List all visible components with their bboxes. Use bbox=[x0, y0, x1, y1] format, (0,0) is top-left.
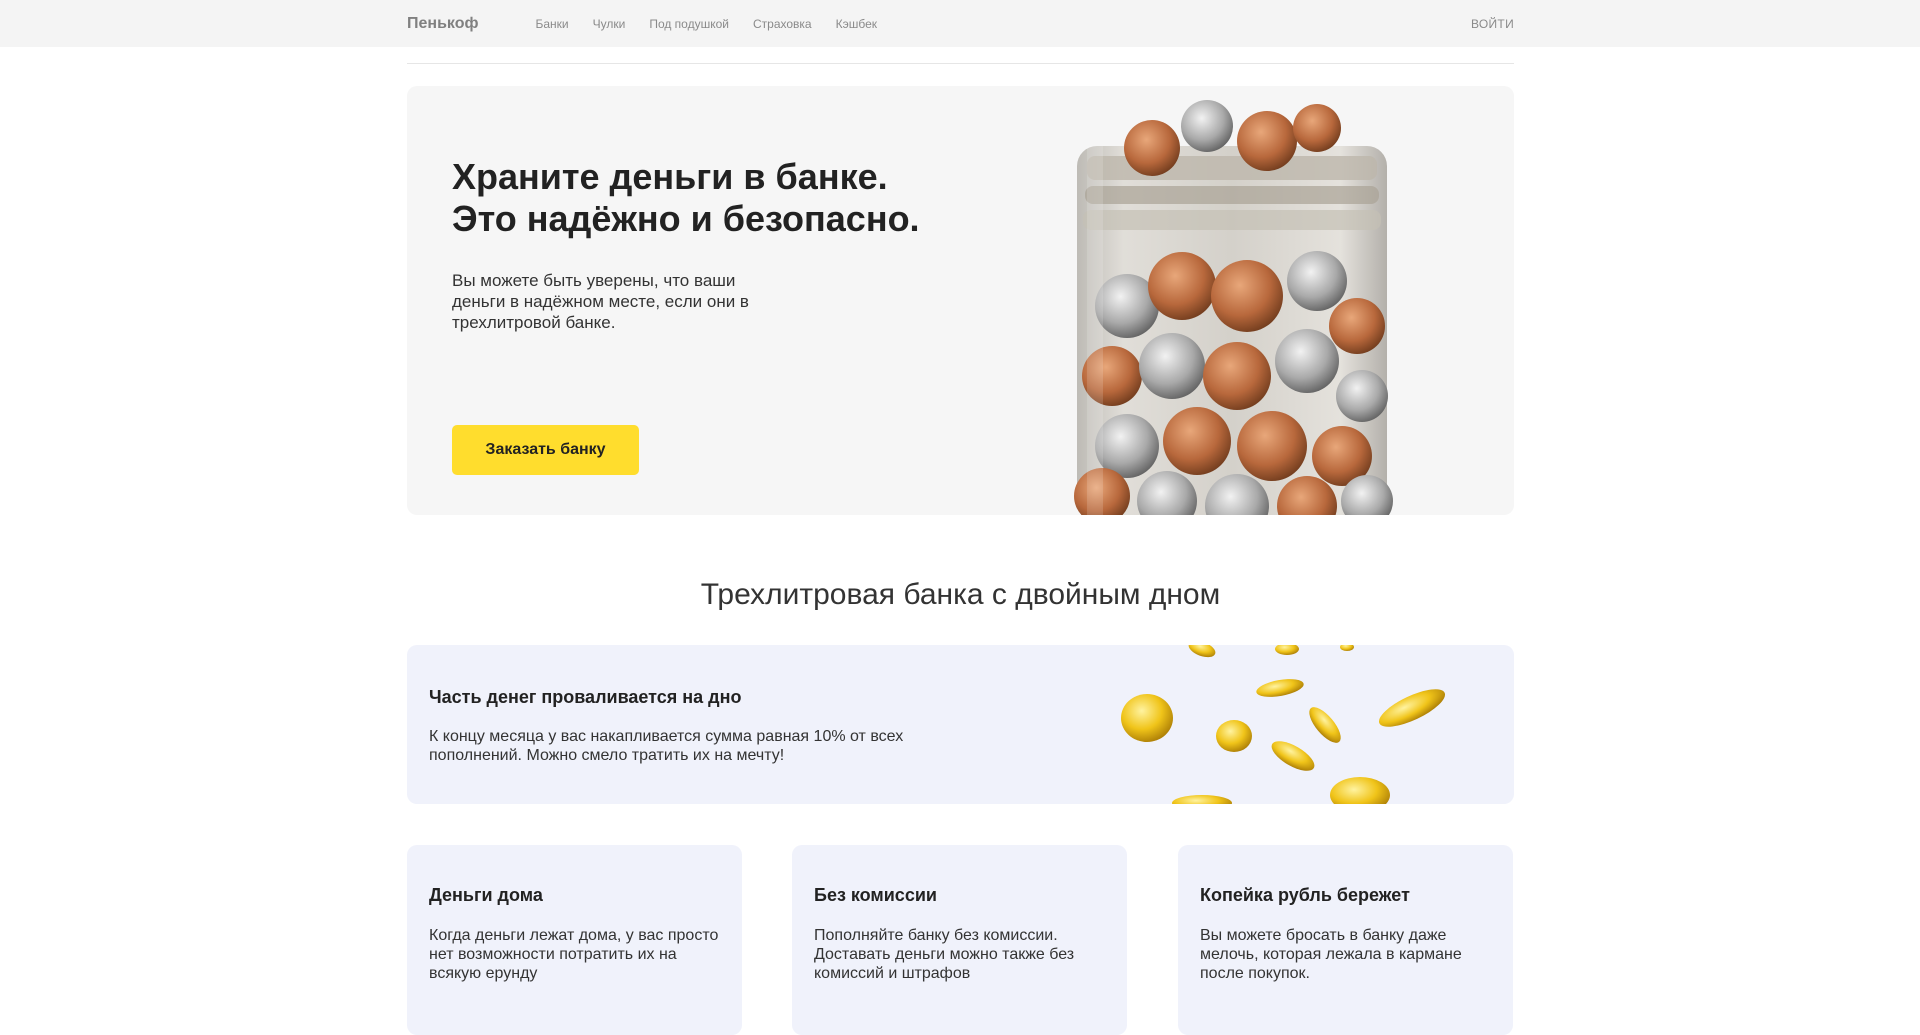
feature-text: К концу месяца у вас накапливается сумма… bbox=[429, 728, 904, 764]
nav-link-banks[interactable]: Банки bbox=[535, 17, 568, 31]
card-no-commission: Без комиссии Пополняйте банку без комисс… bbox=[792, 845, 1127, 1035]
hero-title-line-1: Храните деньги в банке. bbox=[452, 156, 888, 197]
card-title: Копейка рубль бережет bbox=[1200, 885, 1410, 905]
feature-double-bottom: Часть денег проваливается на дно К концу… bbox=[407, 645, 1514, 804]
nav-link-insurance[interactable]: Страховка bbox=[753, 17, 812, 31]
logo[interactable]: Пенькоф bbox=[407, 15, 478, 33]
top-navigation-bar: Пенькоф Банки Чулки Под подушкой Страхов… bbox=[0, 0, 1920, 47]
order-jar-button[interactable]: Заказать банку bbox=[452, 425, 639, 475]
card-text: Пополняйте банку без комиссии. Доставать… bbox=[814, 927, 1075, 982]
section-title: Трехлитровая банка с двойным дном bbox=[700, 578, 1221, 611]
hero-title: Храните деньги в банке. Это надёжно и бе… bbox=[452, 156, 920, 240]
main-nav: Банки Чулки Под подушкой Страховка Кэшбе… bbox=[535, 17, 901, 31]
feature-title: Часть денег проваливается на дно bbox=[429, 687, 742, 707]
hero-description: Вы можете быть уверены, что ваши деньги … bbox=[452, 271, 749, 332]
header-divider bbox=[407, 63, 1514, 64]
nav-link-cashback[interactable]: Кэшбек bbox=[836, 17, 877, 31]
card-money-at-home: Деньги дома Когда деньги лежат дома, у в… bbox=[407, 845, 742, 1035]
nav-link-stockings[interactable]: Чулки bbox=[593, 17, 626, 31]
login-button[interactable]: ВОЙТИ bbox=[1471, 17, 1514, 31]
falling-gold-coins-image bbox=[1121, 645, 1446, 804]
jar-of-coins-image bbox=[1074, 100, 1393, 515]
hero-title-line-2: Это надёжно и безопасно. bbox=[452, 198, 920, 239]
hero-banner: Храните деньги в банке. Это надёжно и бе… bbox=[407, 86, 1514, 515]
top-navigation-inner: Пенькоф Банки Чулки Под подушкой Страхов… bbox=[407, 0, 1514, 47]
card-title: Деньги дома bbox=[429, 885, 543, 905]
card-penny-saves-ruble: Копейка рубль бережет Вы можете бросать … bbox=[1178, 845, 1513, 1035]
nav-link-under-pillow[interactable]: Под подушкой bbox=[649, 17, 729, 31]
card-title: Без комиссии bbox=[814, 885, 937, 905]
card-text: Когда деньги лежат дома, у вас просто не… bbox=[429, 927, 719, 982]
card-text: Вы можете бросать в банку даже мелочь, к… bbox=[1200, 927, 1462, 982]
